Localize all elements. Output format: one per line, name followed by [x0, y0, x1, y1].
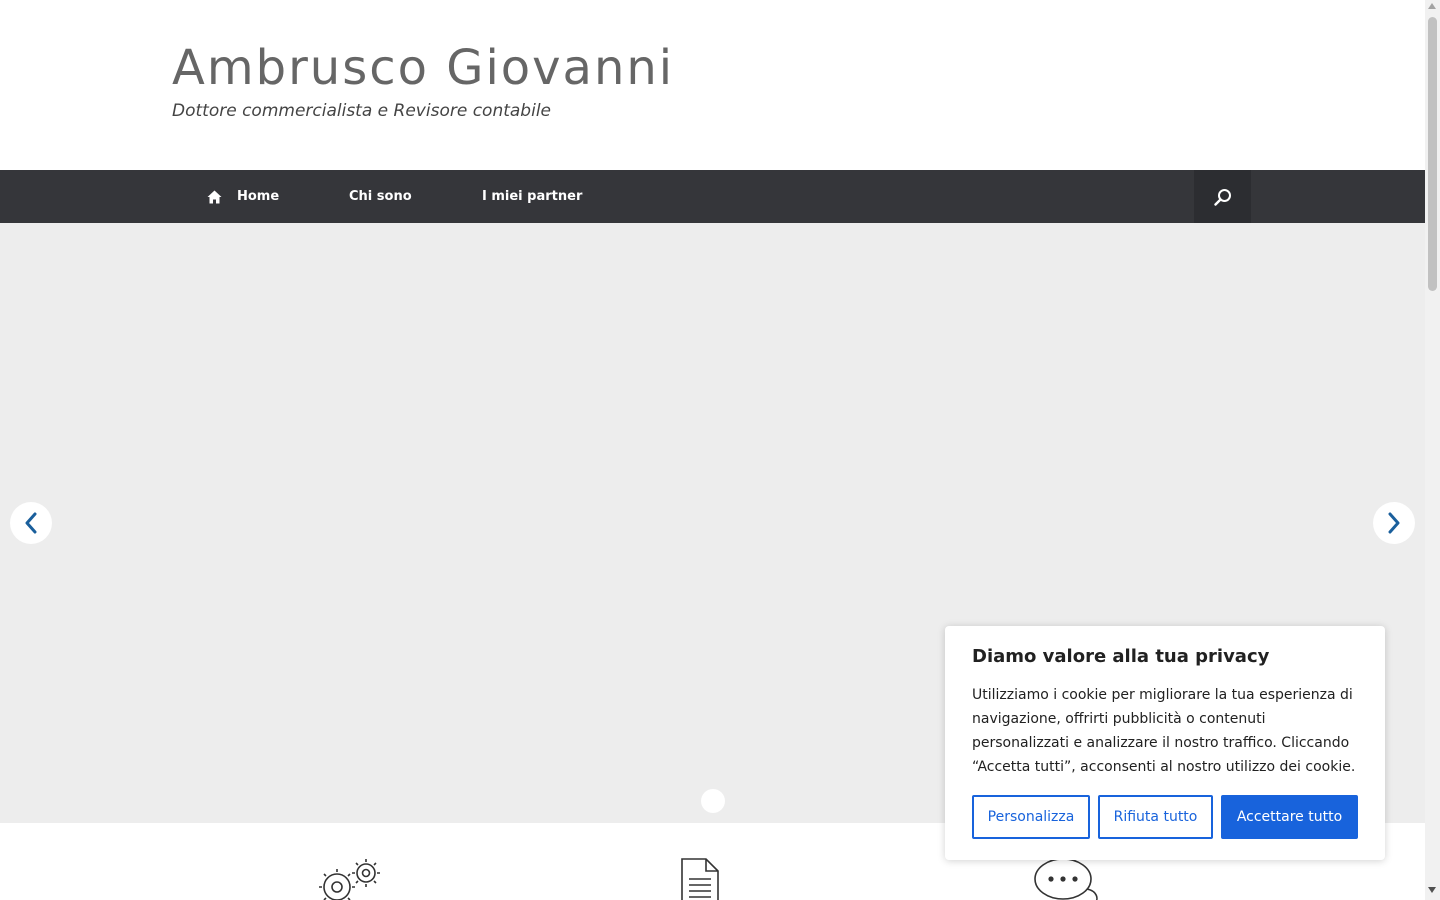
chevron-left-icon [25, 512, 37, 534]
home-icon [207, 190, 222, 203]
nav-item-chi-sono[interactable]: Chi sono [349, 170, 412, 223]
slider-next-button[interactable] [1373, 502, 1415, 544]
nav-item-label: Chi sono [349, 189, 412, 204]
search-button[interactable] [1194, 170, 1251, 223]
slider-dot[interactable] [701, 789, 725, 813]
customize-button[interactable]: Personalizza [972, 795, 1090, 839]
reject-all-button[interactable]: Rifiuta tutto [1098, 795, 1213, 839]
vertical-scrollbar[interactable] [1425, 0, 1440, 900]
site-header: Ambrusco Giovanni Dottore commercialista… [0, 0, 1425, 170]
scrollbar-thumb[interactable] [1428, 17, 1437, 291]
cookie-banner-text: Utilizziamo i cookie per migliorare la t… [972, 687, 1356, 775]
slider-prev-button[interactable] [10, 502, 52, 544]
nav-item-label: Home [237, 189, 280, 204]
gears-icon [319, 859, 380, 900]
site-title[interactable]: Ambrusco Giovanni [172, 40, 674, 96]
nav-item-partner[interactable]: I miei partner [482, 170, 582, 223]
search-icon [1213, 188, 1231, 206]
site-tagline: Dottore commercialista e Revisore contab… [172, 101, 551, 121]
document-icon [681, 858, 719, 900]
main-nav: Home Chi sono I miei partner [0, 170, 1425, 223]
accept-all-button[interactable]: Accettare tutto [1221, 795, 1358, 839]
scroll-up-arrow-icon[interactable] [1428, 3, 1436, 9]
chevron-right-icon [1388, 512, 1400, 534]
nav-item-label: I miei partner [482, 189, 583, 204]
cookie-banner-title: Diamo valore alla tua privacy [972, 646, 1270, 667]
chat-bubbles-icon [1034, 858, 1098, 900]
page: Ambrusco Giovanni Dottore commercialista… [0, 0, 1425, 900]
scroll-down-arrow-icon[interactable] [1428, 887, 1436, 893]
cookie-consent-banner: Diamo valore alla tua privacy Utilizziam… [945, 626, 1385, 860]
nav-item-home[interactable]: Home [207, 170, 279, 223]
